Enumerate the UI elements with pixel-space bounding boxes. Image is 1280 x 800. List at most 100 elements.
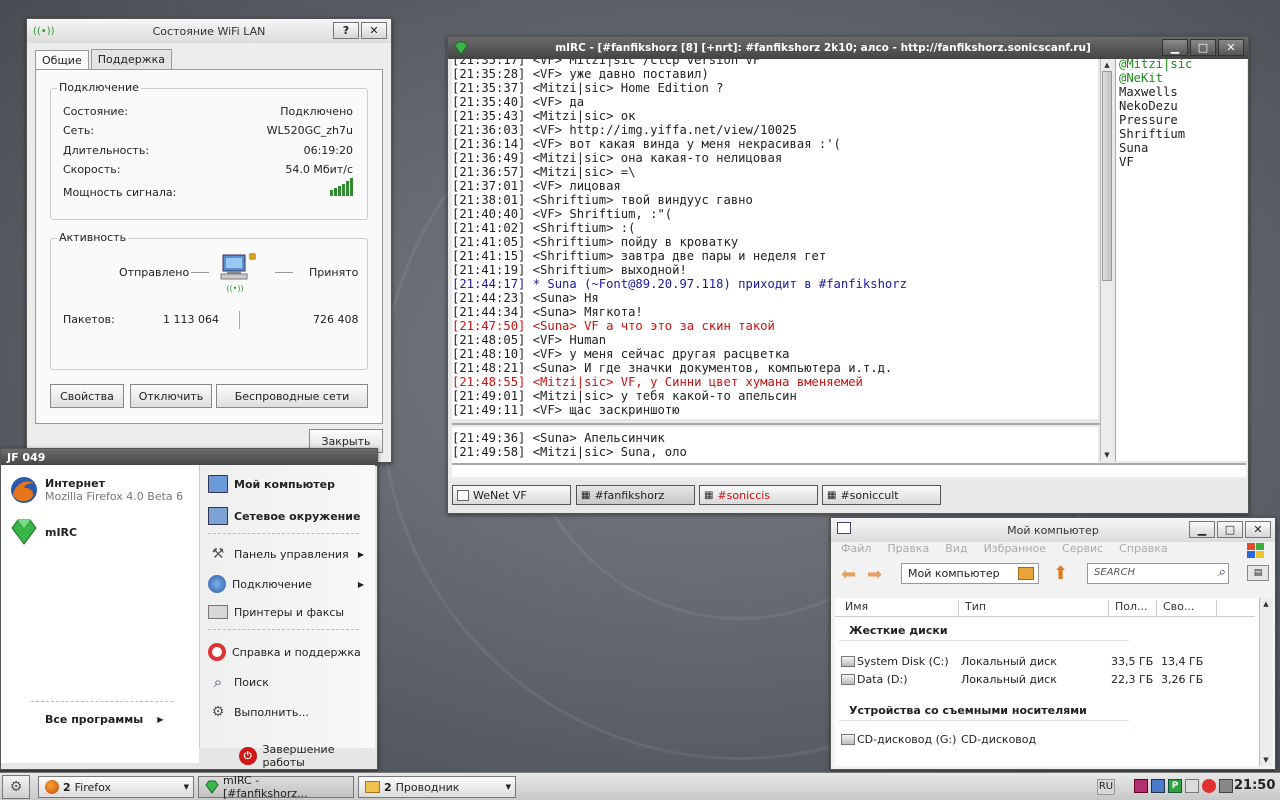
taskbar-explorer-count: 2 <box>384 780 392 794</box>
minimize-button[interactable]: ▁ <box>1162 39 1188 56</box>
nick-entry[interactable]: Maxwells <box>1119 85 1247 99</box>
tray-shield-icon[interactable] <box>1202 779 1216 793</box>
clock[interactable]: 21:50 <box>1234 778 1275 793</box>
start-menu-header: JF 049 <box>1 449 377 466</box>
nick-list[interactable]: @Mitzi|sic @NeKit Maxwells NekoDezu Pressure… <box>1115 57 1247 461</box>
maximize-button[interactable]: □ <box>1190 39 1216 56</box>
nick-entry[interactable]: VF <box>1119 155 1247 169</box>
tray-volume-icon[interactable] <box>1219 779 1233 793</box>
column-total[interactable]: Пол... <box>1109 600 1157 616</box>
maximize-button[interactable]: □ <box>1217 521 1243 538</box>
up-arrow-icon[interactable]: ⬆ <box>1053 563 1068 584</box>
wifi-titlebar[interactable]: ((•)) Состояние WiFi LAN ? ✕ <box>27 19 391 43</box>
packets-divider <box>239 311 240 329</box>
mirc-titlebar[interactable]: mIRC - [#fanfikshorz [8] [+nrt]: #fanfik… <box>448 37 1248 59</box>
explorer-scrollbar[interactable]: ▲ ▼ <box>1259 598 1272 766</box>
nick-entry[interactable]: Pressure <box>1119 113 1247 127</box>
tab-general[interactable]: Общие <box>35 50 89 70</box>
nick-entry[interactable]: NekoDezu <box>1119 99 1247 113</box>
menu-edit[interactable]: Правка <box>887 542 929 560</box>
drive-name: CD-дисковод (G:) <box>857 733 957 746</box>
scroll-up-arrow[interactable]: ▲ <box>1101 59 1113 71</box>
tray-p-icon[interactable]: P <box>1168 779 1182 793</box>
menu-favorites[interactable]: Избранное <box>984 542 1046 560</box>
network-places-item[interactable]: Сетевое окружение <box>208 507 360 525</box>
nick-entry[interactable]: Suna <box>1119 141 1247 155</box>
forward-arrow-icon[interactable]: ➡ <box>867 564 882 585</box>
back-arrow-icon[interactable]: ⬅ <box>841 564 856 585</box>
chat-line: [21:48:55] <Mitzi|sic> VF, у Синни цвет … <box>452 375 863 389</box>
nick-entry[interactable]: @Mitzi|sic <box>1119 57 1247 71</box>
chat-line: [21:41:15] <Shriftium> завтра две пары и… <box>452 249 827 263</box>
explorer-titlebar[interactable]: Мой компьютер ▁ □ ✕ <box>831 518 1275 542</box>
taskbar-firefox[interactable]: 2 Firefox ▼ <box>38 776 194 798</box>
search-icon: ⌕ <box>213 673 223 691</box>
network-places-label: Сетевое окружение <box>234 509 361 523</box>
help-button[interactable]: ? <box>333 22 359 39</box>
chat-line: [21:36:49] <Mitzi|sic> она какая-то нели… <box>452 151 783 165</box>
run-item[interactable]: ⚙ Выполнить... <box>208 703 309 721</box>
tab-status[interactable]: WeNet VF <box>452 485 571 505</box>
all-programs-button[interactable]: Все программы ▶ <box>45 713 163 726</box>
chat-scrollbar[interactable]: ▲ ▼ <box>1100 59 1113 461</box>
search-box[interactable]: SEARCH ⌕ <box>1087 563 1229 584</box>
drive-row[interactable]: Data (D:) Локальный диск 22,3 ГБ 3,26 ГБ <box>835 672 1255 688</box>
tray-wifi-icon[interactable] <box>1185 779 1199 793</box>
menu-file[interactable]: Файл <box>841 542 871 560</box>
scroll-down-arrow[interactable]: ▼ <box>1260 754 1272 766</box>
close-button[interactable]: ✕ <box>361 22 387 39</box>
language-indicator[interactable]: RU <box>1097 779 1115 795</box>
nick-entry[interactable]: Shriftium <box>1119 127 1247 141</box>
input-line[interactable] <box>452 463 1246 477</box>
taskbar-mirc[interactable]: mIRC - [#fanfikshorz... <box>198 774 354 800</box>
column-free[interactable]: Сво... <box>1157 600 1217 616</box>
drive-row[interactable]: CD-дисковод (G:) CD-дисковод <box>835 732 1255 748</box>
tab-soniccis[interactable]: ▦ #soniccis <box>699 485 818 505</box>
search-placeholder: SEARCH <box>1094 567 1135 578</box>
disconnect-button[interactable]: Отключить <box>130 384 212 408</box>
minimize-button[interactable]: ▁ <box>1189 521 1215 538</box>
help-item[interactable]: Справка и поддержка <box>208 643 361 661</box>
properties-button[interactable]: Свойства <box>50 384 124 408</box>
scroll-up-arrow[interactable]: ▲ <box>1260 598 1272 610</box>
taskbar-firefox-label: Firefox <box>74 780 112 794</box>
search-item[interactable]: ⌕ Поиск <box>208 673 269 691</box>
nick-entry[interactable]: @NeKit <box>1119 71 1247 85</box>
column-name[interactable]: Имя <box>839 600 959 616</box>
tab-fanfikshorz[interactable]: ▦ #fanfikshorz <box>576 485 695 505</box>
menu-view[interactable]: Вид <box>945 542 967 560</box>
views-icon[interactable]: ▤ <box>1247 565 1269 581</box>
close-button[interactable]: ✕ <box>1245 521 1271 538</box>
wireless-networks-button[interactable]: Беспроводные сети <box>216 384 368 408</box>
column-type[interactable]: Тип <box>959 600 1109 616</box>
folder-icon <box>365 781 380 793</box>
chat-line: [21:47:50] <Suna> VF а что это за скин т… <box>452 319 775 333</box>
start-button[interactable]: ⚙ <box>2 775 30 799</box>
connect-item[interactable]: Подключение ▶ <box>208 575 370 593</box>
pinned-internet-subtitle: Mozilla Firefox 4.0 Beta 6 <box>45 490 184 503</box>
pinned-internet[interactable]: Интернет Mozilla Firefox 4.0 Beta 6 <box>9 475 183 505</box>
menu-tools[interactable]: Сервис <box>1062 542 1103 560</box>
tab-support[interactable]: Поддержка <box>90 49 172 69</box>
taskbar-explorer[interactable]: 2 Проводник ▼ <box>358 776 516 798</box>
menu-help[interactable]: Справка <box>1119 542 1167 560</box>
tray-calendar-icon[interactable] <box>1134 779 1148 793</box>
scroll-down-arrow[interactable]: ▼ <box>1101 449 1113 461</box>
tab-soniccult[interactable]: ▦ #soniccult <box>822 485 941 505</box>
sent-label: Отправлено <box>119 266 190 279</box>
tray-network-icon[interactable] <box>1151 779 1165 793</box>
chat-line: [21:37:01] <VF> лицовая <box>452 179 621 193</box>
my-computer-item[interactable]: Мой компьютер <box>208 475 335 493</box>
printers-item[interactable]: Принтеры и факсы <box>208 605 344 619</box>
address-bar[interactable]: Мой компьютер <box>901 563 1039 584</box>
signal-bars-icon <box>330 178 353 196</box>
shutdown-button[interactable]: ⏻ Завершение работы <box>239 743 377 769</box>
control-panel-item[interactable]: ⚒ Панель управления ▶ <box>208 545 370 563</box>
chat-line: [21:44:17] * Suna (~Font@89.20.97.118) п… <box>452 277 907 291</box>
pinned-mirc[interactable]: mIRC <box>9 517 77 547</box>
drive-row[interactable]: System Disk (C:) Локальный диск 33,5 ГБ … <box>835 654 1255 670</box>
scroll-thumb[interactable] <box>1102 71 1112 281</box>
close-button[interactable]: ✕ <box>1218 39 1244 56</box>
explorer-title: Мой компьютер <box>1007 523 1099 537</box>
network-row: Сеть: WL520GC_zh7u <box>63 124 353 137</box>
